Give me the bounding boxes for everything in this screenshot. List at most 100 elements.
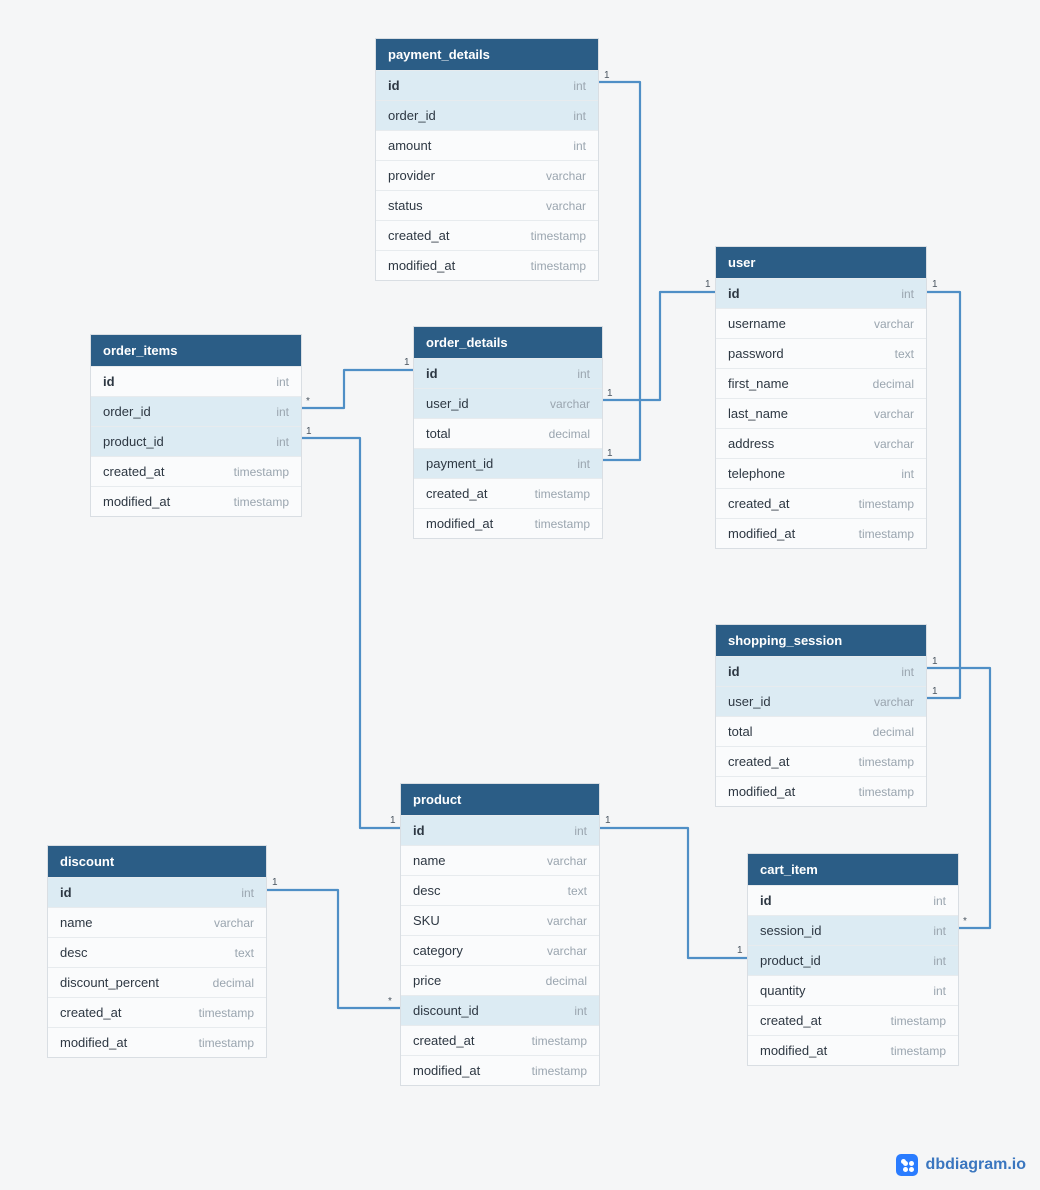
- column-name: last_name: [728, 406, 788, 421]
- column-type: timestamp: [199, 1006, 254, 1020]
- column-type: varchar: [214, 916, 254, 930]
- entity-header[interactable]: order_details: [414, 327, 602, 358]
- column-row[interactable]: product_idint: [91, 426, 301, 456]
- column-type: timestamp: [859, 785, 914, 799]
- cardinality-label: *: [388, 996, 392, 1007]
- entity-header[interactable]: shopping_session: [716, 625, 926, 656]
- column-row[interactable]: last_name varchar: [716, 398, 926, 428]
- column-row[interactable]: idint: [48, 877, 266, 907]
- entity-header[interactable]: order_items: [91, 335, 301, 366]
- column-name: address: [728, 436, 774, 451]
- column-row[interactable]: namevarchar: [401, 845, 599, 875]
- column-row[interactable]: session_idint: [748, 915, 958, 945]
- column-row[interactable]: passwordtext: [716, 338, 926, 368]
- column-row[interactable]: idint: [716, 278, 926, 308]
- column-name: desc: [413, 883, 440, 898]
- entity-cart_item[interactable]: cart_itemidintsession_idintproduct_idint…: [747, 853, 959, 1066]
- column-row[interactable]: desctext: [401, 875, 599, 905]
- column-row[interactable]: idint: [716, 656, 926, 686]
- entity-product[interactable]: productidintnamevarchardesctextSKUvarcha…: [400, 783, 600, 1086]
- column-row[interactable]: providervarchar: [376, 160, 598, 190]
- column-name: user_id: [426, 396, 469, 411]
- column-row[interactable]: idint: [376, 70, 598, 100]
- cardinality-label: 1: [607, 448, 613, 459]
- column-row[interactable]: payment_idint: [414, 448, 602, 478]
- cardinality-label: *: [306, 396, 310, 407]
- column-row[interactable]: statusvarchar: [376, 190, 598, 220]
- column-row[interactable]: totaldecimal: [716, 716, 926, 746]
- column-row[interactable]: idint: [414, 358, 602, 388]
- entity-header[interactable]: cart_item: [748, 854, 958, 885]
- entity-order_details[interactable]: order_detailsidintuser_idvarchartotal dec…: [413, 326, 603, 539]
- column-row[interactable]: discount_percentdecimal: [48, 967, 266, 997]
- column-row[interactable]: desctext: [48, 937, 266, 967]
- column-row[interactable]: created_attimestamp: [748, 1005, 958, 1035]
- entity-user[interactable]: useridintusernamevarcharpasswordtextfirs…: [715, 246, 927, 549]
- entity-header[interactable]: payment_details: [376, 39, 598, 70]
- entity-header[interactable]: user: [716, 247, 926, 278]
- entity-header[interactable]: discount: [48, 846, 266, 877]
- column-row[interactable]: created_attimestamp: [716, 488, 926, 518]
- column-name: desc: [60, 945, 87, 960]
- column-row[interactable]: discount_idint: [401, 995, 599, 1025]
- column-row[interactable]: created_attimestamp: [401, 1025, 599, 1055]
- column-row[interactable]: idint: [91, 366, 301, 396]
- column-row[interactable]: total decimal: [414, 418, 602, 448]
- column-type: int: [933, 924, 946, 938]
- column-type: timestamp: [531, 229, 586, 243]
- column-name: category: [413, 943, 463, 958]
- column-row[interactable]: modified_attimestamp: [414, 508, 602, 538]
- entity-order_items[interactable]: order_itemsidintorder_idintproduct_idint…: [90, 334, 302, 517]
- column-type: decimal: [873, 377, 914, 391]
- column-type: varchar: [546, 169, 586, 183]
- column-type: varchar: [874, 407, 914, 421]
- column-row[interactable]: modified_attimestamp: [401, 1055, 599, 1085]
- column-row[interactable]: addressvarchar: [716, 428, 926, 458]
- column-row[interactable]: modified_attimestamp: [376, 250, 598, 280]
- entity-shopping_session[interactable]: shopping_sessionidintuser_idvarchartotal…: [715, 624, 927, 807]
- column-type: decimal: [549, 427, 590, 441]
- column-name: modified_at: [388, 258, 455, 273]
- column-row[interactable]: amountint: [376, 130, 598, 160]
- column-row[interactable]: usernamevarchar: [716, 308, 926, 338]
- watermark: dbdiagram.io: [896, 1154, 1026, 1176]
- column-row[interactable]: user_idvarchar: [414, 388, 602, 418]
- column-row[interactable]: modified_attimestamp: [48, 1027, 266, 1057]
- column-row[interactable]: user_idvarchar: [716, 686, 926, 716]
- column-row[interactable]: created_attimestamp: [414, 478, 602, 508]
- column-name: total: [426, 426, 451, 441]
- column-row[interactable]: order_idint: [376, 100, 598, 130]
- column-row[interactable]: created_attimestamp: [716, 746, 926, 776]
- column-row[interactable]: created_attimestamp: [91, 456, 301, 486]
- column-type: timestamp: [535, 487, 590, 501]
- cardinality-label: 1: [932, 686, 938, 697]
- column-row[interactable]: first_namedecimal: [716, 368, 926, 398]
- column-name: discount_id: [413, 1003, 479, 1018]
- column-row[interactable]: created_attimestamp: [376, 220, 598, 250]
- column-row[interactable]: quantityint: [748, 975, 958, 1005]
- column-row[interactable]: product_idint: [748, 945, 958, 975]
- column-row[interactable]: modified_attimestamp: [716, 518, 926, 548]
- column-row[interactable]: created_attimestamp: [48, 997, 266, 1027]
- column-row[interactable]: categoryvarchar: [401, 935, 599, 965]
- column-row[interactable]: pricedecimal: [401, 965, 599, 995]
- column-name: total: [728, 724, 753, 739]
- entity-payment_details[interactable]: payment_detailsidintorder_idintamountint…: [375, 38, 599, 281]
- column-row[interactable]: modified_attimestamp: [91, 486, 301, 516]
- watermark-text: dbdiagram.io: [926, 1156, 1026, 1174]
- column-row[interactable]: idint: [748, 885, 958, 915]
- entity-header[interactable]: product: [401, 784, 599, 815]
- column-row[interactable]: telephoneint: [716, 458, 926, 488]
- entity-discount[interactable]: discountidintnamevarchardesctextdiscount…: [47, 845, 267, 1058]
- column-type: timestamp: [891, 1014, 946, 1028]
- column-type: int: [901, 467, 914, 481]
- column-row[interactable]: order_idint: [91, 396, 301, 426]
- column-name: id: [413, 823, 425, 838]
- column-row[interactable]: modified_attimestamp: [716, 776, 926, 806]
- column-row[interactable]: modified_attimestamp: [748, 1035, 958, 1065]
- column-row[interactable]: idint: [401, 815, 599, 845]
- column-name: created_at: [413, 1033, 474, 1048]
- column-row[interactable]: SKUvarchar: [401, 905, 599, 935]
- column-type: decimal: [546, 974, 587, 988]
- column-row[interactable]: namevarchar: [48, 907, 266, 937]
